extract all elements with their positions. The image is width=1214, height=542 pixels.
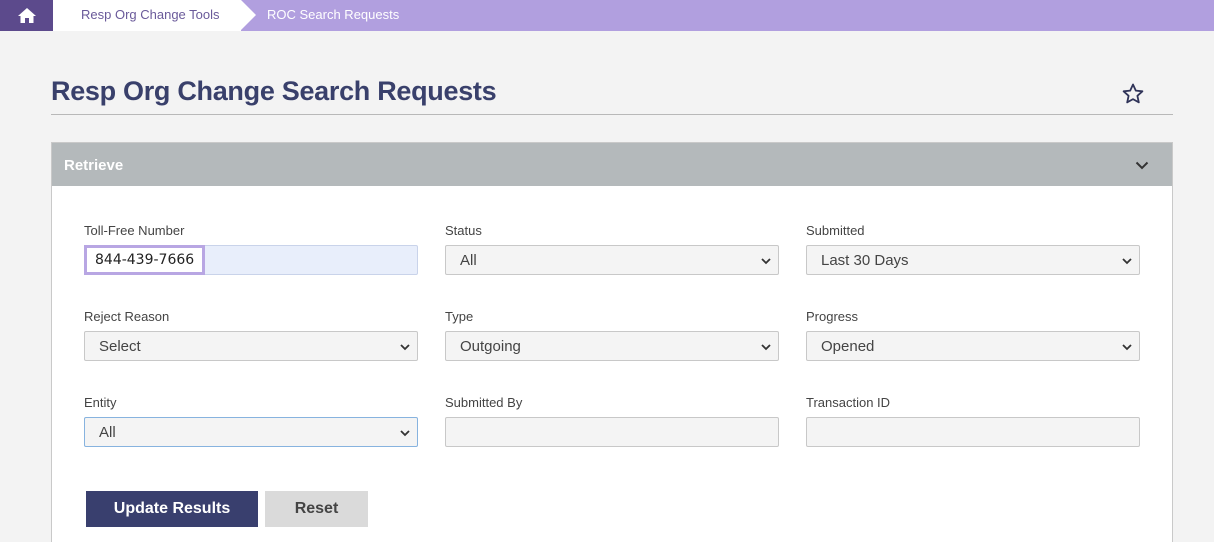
submitted-by-input[interactable]: [445, 417, 779, 447]
progress-select[interactable]: Opened: [806, 331, 1140, 361]
reject-reason-label: Reject Reason: [84, 309, 170, 324]
toll-free-number-input[interactable]: 844-439-7666: [84, 245, 418, 275]
submitted-by-label: Submitted By: [445, 395, 523, 410]
star-outline-icon[interactable]: [1121, 82, 1145, 106]
page-title: Resp Org Change Search Requests: [51, 76, 497, 106]
status-label: Status: [445, 223, 482, 238]
reject-reason-select[interactable]: Select: [84, 331, 418, 361]
entity-label: Entity: [84, 395, 117, 410]
toll-free-number-tag[interactable]: 844-439-7666: [84, 245, 206, 275]
chevron-down-icon: [761, 258, 771, 265]
breadcrumb-home[interactable]: [0, 0, 53, 31]
breadcrumb-item-label[interactable]: Resp Org Change Tools: [81, 7, 220, 22]
transaction-id-input[interactable]: [806, 417, 1140, 447]
breadcrumb-item-roc-search-requests: ROC Search Requests: [267, 7, 400, 22]
breadcrumb-item-resp-org-change-tools[interactable]: Resp Org Change Tools: [53, 0, 241, 31]
status-select[interactable]: All: [445, 245, 779, 275]
submitted-label: Submitted: [806, 223, 865, 238]
submitted-select-value: Last 30 Days: [821, 252, 909, 269]
status-select-value: All: [460, 252, 477, 269]
type-label: Type: [445, 309, 474, 324]
chevron-down-icon: [761, 344, 771, 351]
type-select-value: Outgoing: [460, 338, 521, 355]
reject-reason-select-value: Select: [99, 338, 141, 355]
type-select[interactable]: Outgoing: [445, 331, 779, 361]
chevron-down-icon: [1122, 344, 1132, 351]
breadcrumb-separator: [241, 0, 256, 30]
home-icon: [17, 8, 36, 23]
submitted-select[interactable]: Last 30 Days: [806, 245, 1140, 275]
retrieve-panel-header[interactable]: Retrieve: [52, 143, 1172, 186]
title-divider: [51, 114, 1173, 115]
chevron-down-icon: [400, 430, 410, 437]
progress-select-value: Opened: [821, 338, 875, 355]
toll-free-number-label: Toll-Free Number: [84, 223, 185, 238]
entity-select-value: All: [99, 424, 116, 441]
retrieve-panel-title: Retrieve: [64, 157, 124, 174]
chevron-down-icon[interactable]: [1134, 157, 1150, 173]
progress-label: Progress: [806, 309, 859, 324]
chevron-down-icon: [1122, 258, 1132, 265]
chevron-down-icon: [400, 344, 410, 351]
reset-button[interactable]: Reset: [265, 491, 368, 527]
entity-select[interactable]: All: [84, 417, 418, 447]
transaction-id-label: Transaction ID: [806, 395, 891, 410]
update-results-button[interactable]: Update Results: [86, 491, 258, 527]
breadcrumb: Resp Org Change Tools ROC Search Request…: [0, 0, 1214, 31]
